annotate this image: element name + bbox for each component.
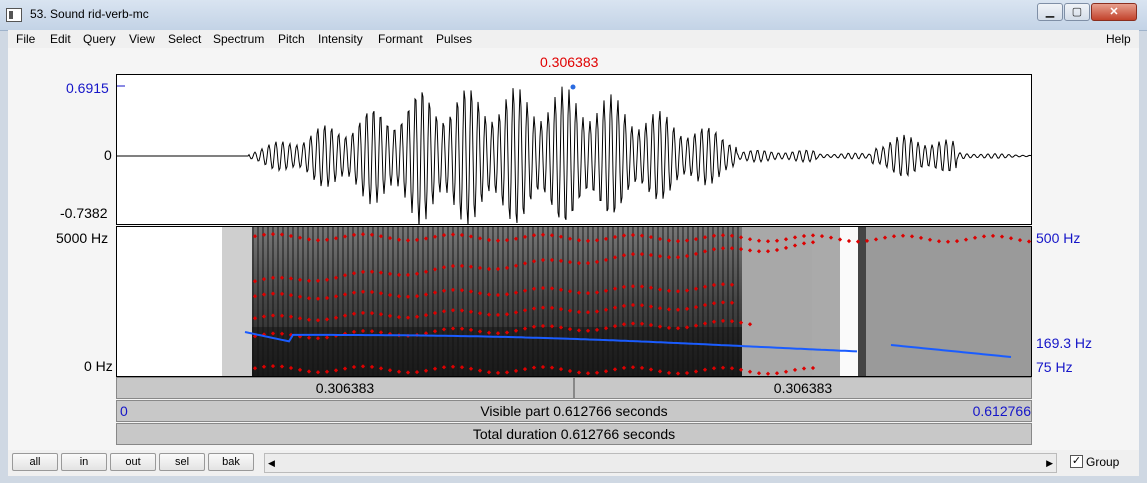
bottom-toolbar: all in out sel bak ◀ ▶ ✓ Group [8, 450, 1139, 476]
title-bar: 53. Sound rid-verb-mc ▁ ▢ ✕ [0, 0, 1147, 31]
wave-max-label: 0.6915 [66, 80, 109, 96]
zoom-sel-button[interactable]: sel [159, 453, 205, 471]
pitch-value-label: 169.3 Hz [1036, 335, 1093, 351]
visible-part-bar[interactable]: 0 Visible part 0.612766 seconds 0.612766 [116, 400, 1032, 422]
spectrogram-svg [117, 227, 1031, 376]
waveform-trace [117, 86, 1031, 224]
menu-pitch[interactable]: Pitch [278, 32, 305, 46]
maximize-button[interactable]: ▢ [1064, 3, 1090, 21]
waveform-svg [117, 84, 1031, 224]
menu-pulses[interactable]: Pulses [436, 32, 472, 46]
closure-gap [840, 227, 858, 376]
pitch-top-label: 500 Hz [1036, 230, 1081, 246]
menu-formant[interactable]: Formant [378, 32, 423, 46]
zoom-out-button[interactable]: out [110, 453, 156, 471]
zoom-all-button[interactable]: all [12, 453, 58, 471]
burst-region [858, 227, 866, 376]
visible-part-label: Visible part 0.612766 seconds [480, 403, 668, 419]
wave-zero-label: 0 [104, 147, 112, 163]
menu-help[interactable]: Help [1106, 32, 1131, 46]
visible-start-label: 0 [120, 403, 128, 419]
silence-region [117, 227, 222, 376]
onset-region [222, 227, 252, 376]
menu-bar: File Edit Query View Select Spectrum Pit… [8, 30, 1139, 48]
praat-app-icon [6, 8, 22, 22]
sound-editor-canvas[interactable]: 0.306383 0.6915 0 -0.7382 5000 Hz 0 Hz 5… [8, 48, 1139, 450]
zoom-in-button[interactable]: in [61, 453, 107, 471]
cursor-marker [570, 84, 576, 90]
menu-query[interactable]: Query [83, 32, 116, 46]
menu-view[interactable]: View [129, 32, 155, 46]
cursor-left-segment[interactable]: 0.306383 [116, 377, 574, 399]
spectro-bottom-label: 0 Hz [84, 358, 113, 374]
spectrogram-panel[interactable] [116, 226, 1032, 377]
release-region [866, 227, 1031, 376]
cursor-time-label: 0.306383 [540, 54, 599, 70]
close-button[interactable]: ✕ [1091, 3, 1137, 21]
window-title: 53. Sound rid-verb-mc [30, 7, 149, 21]
group-checkbox[interactable]: ✓ [1070, 455, 1083, 468]
visible-end-label: 0.612766 [972, 403, 1031, 419]
cursor-right-segment[interactable]: 0.306383 [574, 377, 1032, 399]
scroll-left-icon[interactable]: ◀ [268, 458, 275, 469]
total-duration-bar[interactable]: Total duration 0.612766 seconds [116, 423, 1032, 445]
scroll-right-icon[interactable]: ▶ [1046, 458, 1053, 469]
menu-spectrum[interactable]: Spectrum [213, 32, 264, 46]
horizontal-scrollbar[interactable]: ◀ ▶ [264, 453, 1057, 473]
zoom-back-button[interactable]: bak [208, 453, 254, 471]
menu-select[interactable]: Select [168, 32, 201, 46]
group-label: Group [1086, 455, 1120, 469]
wave-min-label: -0.7382 [60, 205, 108, 221]
pitch-bottom-label: 75 Hz [1036, 359, 1073, 375]
spectro-top-label: 5000 Hz [56, 230, 109, 246]
menu-intensity[interactable]: Intensity [318, 32, 363, 46]
menu-edit[interactable]: Edit [50, 32, 71, 46]
menu-file[interactable]: File [16, 32, 35, 46]
waveform-panel[interactable] [116, 74, 1032, 225]
minimize-button[interactable]: ▁ [1037, 3, 1063, 21]
mid-region [812, 227, 840, 376]
